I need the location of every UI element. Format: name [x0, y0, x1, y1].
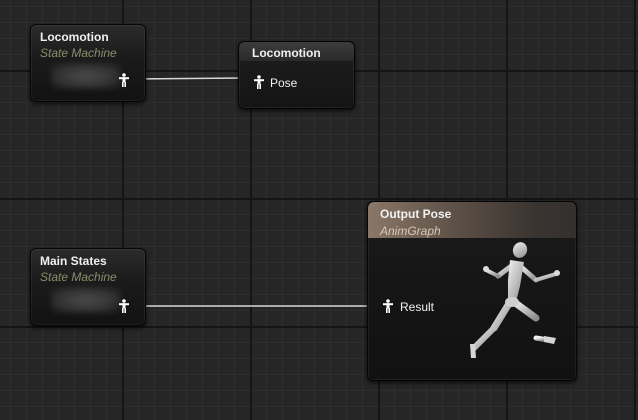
- pose-pin-icon[interactable]: [254, 75, 264, 89]
- main-states-state-machine-node[interactable]: Main States State Machine: [30, 248, 146, 326]
- node-thumbnail: [51, 63, 121, 89]
- output-pose-node[interactable]: Output Pose AnimGraph Result: [367, 201, 577, 381]
- node-subtitle: State Machine: [40, 46, 117, 60]
- result-pin-label: Result: [400, 300, 435, 314]
- locomotion-result-node[interactable]: Locomotion Pose: [238, 41, 355, 109]
- locomotion-state-machine-node[interactable]: Locomotion State Machine: [30, 24, 146, 102]
- node-title: Output Pose: [380, 207, 452, 221]
- node-title: Main States: [40, 254, 107, 268]
- wire-locomotion[interactable]: [130, 77, 245, 80]
- running-mannequin-preview: [470, 242, 560, 358]
- pose-pin-label: Pose: [270, 76, 298, 90]
- node-subtitle: State Machine: [40, 270, 117, 284]
- pose-pin-icon[interactable]: [383, 299, 393, 313]
- pose-pin-icon[interactable]: [119, 299, 129, 313]
- pose-pin-icon[interactable]: [119, 73, 129, 87]
- node-thumbnail: [51, 287, 121, 313]
- node-subtitle: AnimGraph: [380, 224, 441, 238]
- anim-graph-canvas[interactable]: Locomotion State Machine Locomotion Pose…: [0, 0, 638, 420]
- node-title: Locomotion: [252, 46, 321, 60]
- node-title: Locomotion: [40, 30, 109, 44]
